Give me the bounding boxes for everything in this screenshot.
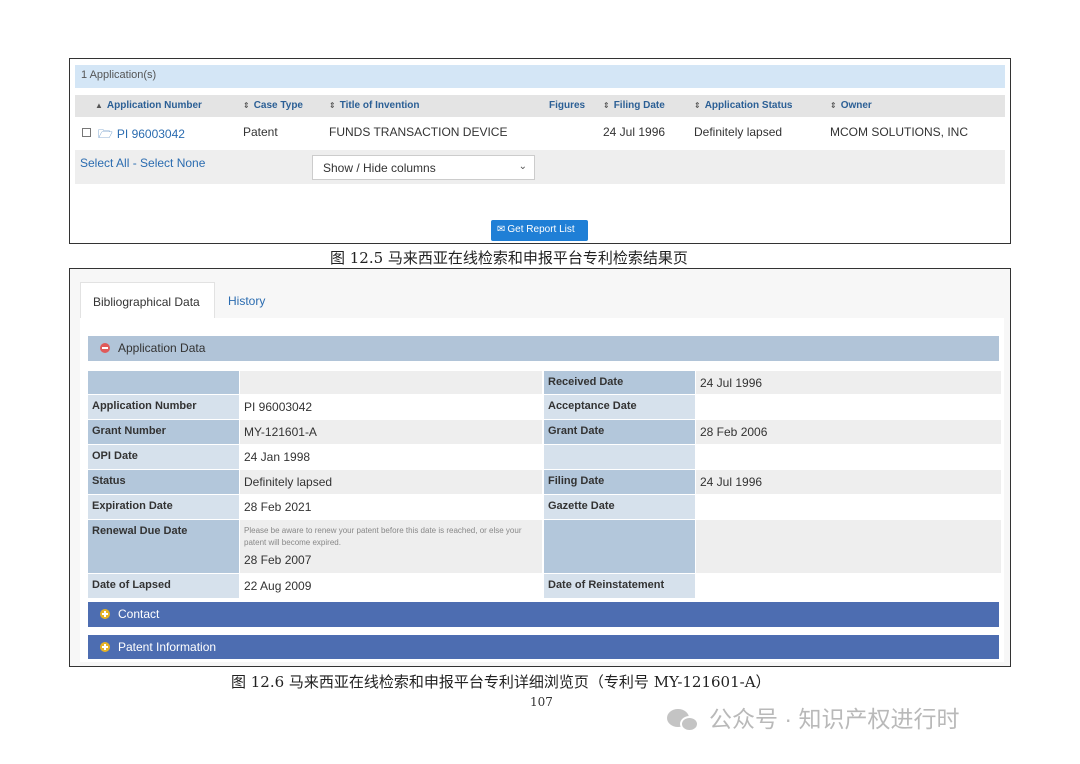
show-hide-columns-label: Show / Hide columns <box>323 161 436 175</box>
expand-icon <box>100 642 110 652</box>
section-title: Application Data <box>118 341 206 355</box>
table-row: 🗁 PI 96003042 Patent FUNDS TRANSACTION DE… <box>75 119 1005 145</box>
patent-detail-screenshot: Bibliographical Data History Application… <box>69 268 1011 667</box>
contact-section-header[interactable]: Contact <box>88 602 999 627</box>
sort-icon: ⇕ <box>694 101 701 110</box>
table-row: Expiration Date 28 Feb 2021 Gazette Date <box>88 495 1001 519</box>
sort-icon: ⇕ <box>830 101 837 110</box>
sort-icon: ⇕ <box>243 101 250 110</box>
select-separator: - <box>129 156 141 170</box>
field-value: 28 Feb 2006 <box>696 420 1001 444</box>
envelope-icon: ✉ <box>497 224 506 235</box>
field-value: 22 Aug 2009 <box>240 574 542 598</box>
field-value <box>696 574 1001 598</box>
field-label: Acceptance Date <box>544 395 695 419</box>
sort-asc-icon: ▲ <box>95 101 103 110</box>
field-value: 24 Jul 1996 <box>696 470 1001 494</box>
filing-date-cell: 24 Jul 1996 <box>603 125 666 139</box>
column-header-title[interactable]: ⇕ Title of Invention <box>329 100 420 111</box>
figure-caption-12-6: 图 12.6 马来西亚在线检索和申报平台专利详细浏览页（专利号 MY-12160… <box>231 673 771 691</box>
row-checkbox[interactable] <box>82 128 91 137</box>
column-header-application-status[interactable]: ⇕ Application Status <box>694 100 793 111</box>
table-row: Application Number PI 96003042 Acceptanc… <box>88 395 1001 419</box>
watermark: 公众号 · 知识产权进行时 <box>667 700 959 735</box>
field-label: Status <box>88 470 239 494</box>
results-table-header: ▲ Application Number ⇕ Case Type ⇕ Title of… <box>75 95 1005 117</box>
application-data-section-header[interactable]: Application Data <box>88 336 999 361</box>
get-report-list-button[interactable]: ✉ Get Report List <box>491 220 588 241</box>
show-hide-columns-select[interactable]: Show / Hide columns ⌄ <box>312 155 535 180</box>
select-all-link[interactable]: Select All <box>80 156 129 170</box>
field-value <box>696 445 1001 469</box>
table-row: OPI Date 24 Jan 1998 <box>88 445 1001 469</box>
column-header-figures[interactable]: Figures <box>549 100 585 111</box>
table-row: Status Definitely lapsed Filing Date 24 … <box>88 470 1001 494</box>
field-label <box>544 445 695 469</box>
sort-icon: ⇕ <box>603 101 610 110</box>
select-links: Select All - Select None <box>80 156 205 170</box>
field-value <box>696 520 1001 573</box>
table-row: Received Date 24 Jul 1996 <box>88 371 1001 394</box>
wechat-icon <box>667 707 703 735</box>
tab-bar: Bibliographical Data History <box>80 282 1000 318</box>
field-value <box>696 495 1001 519</box>
select-none-link[interactable]: Select None <box>140 156 205 170</box>
chevron-down-icon: ⌄ <box>518 161 527 172</box>
field-label: Gazette Date <box>544 495 695 519</box>
title-cell: FUNDS TRANSACTION DEVICE <box>329 125 508 139</box>
figure-caption-12-5: 图 12.5 马来西亚在线检索和申报平台专利检索结果页 <box>330 249 688 267</box>
expand-icon <box>100 609 110 619</box>
field-value: 24 Jan 1998 <box>240 445 542 469</box>
column-header-application-number[interactable]: ▲ Application Number <box>95 100 202 111</box>
field-value <box>696 395 1001 419</box>
section-title: Contact <box>118 607 160 621</box>
field-label: Date of Lapsed <box>88 574 239 598</box>
field-label <box>544 520 695 573</box>
tab-panel: Application Data Received Date 24 Jul 19… <box>80 318 1004 662</box>
table-row: Grant Number MY-121601-A Grant Date 28 F… <box>88 420 1001 444</box>
field-label <box>88 371 239 394</box>
field-label: Filing Date <box>544 470 695 494</box>
field-value: Please be aware to renew your patent bef… <box>240 520 542 573</box>
field-label: Received Date <box>544 371 695 394</box>
case-type-cell: Patent <box>243 125 278 139</box>
watermark-text: 公众号 · 知识产权进行时 <box>709 706 960 732</box>
status-cell: Definitely lapsed <box>694 125 783 139</box>
field-label: OPI Date <box>88 445 239 469</box>
field-value: PI 96003042 <box>240 395 542 419</box>
renewal-note: Please be aware to renew your patent bef… <box>244 526 522 547</box>
application-number-cell[interactable]: 🗁 PI 96003042 <box>98 125 185 146</box>
field-label: Date of Reinstatement <box>544 574 695 598</box>
get-report-list-label: Get Report List <box>507 224 575 235</box>
field-label: Grant Date <box>544 420 695 444</box>
sort-icon: ⇕ <box>329 101 336 110</box>
field-value: 24 Jul 1996 <box>696 371 1001 394</box>
collapse-icon <box>100 343 110 353</box>
field-label: Application Number <box>88 395 239 419</box>
application-number-link[interactable]: PI 96003042 <box>117 127 185 141</box>
search-results-screenshot: 1 Application(s) ▲ Application Number ⇕ Ca… <box>69 58 1011 244</box>
renewal-due-date-value: 28 Feb 2007 <box>244 553 312 567</box>
owner-cell: MCOM SOLUTIONS, INC <box>830 125 969 139</box>
field-label: Renewal Due Date <box>88 520 239 573</box>
field-value: MY-121601-A <box>240 420 542 444</box>
field-label: Expiration Date <box>88 495 239 519</box>
field-value: Definitely lapsed <box>240 470 542 494</box>
application-count-bar: 1 Application(s) <box>75 65 1005 88</box>
selection-toolbar: Select All - Select None Show / Hide col… <box>75 150 1005 184</box>
field-value: 28 Feb 2021 <box>240 495 542 519</box>
patent-information-section-header[interactable]: Patent Information <box>88 635 999 659</box>
column-header-filing-date[interactable]: ⇕ Filing Date <box>603 100 665 111</box>
table-row: Date of Lapsed 22 Aug 2009 Date of Reins… <box>88 574 1001 598</box>
tab-history[interactable]: History <box>216 282 277 318</box>
table-row: Renewal Due Date Please be aware to rene… <box>88 520 1001 573</box>
folder-icon: 🗁 <box>98 127 113 141</box>
page-number: 107 <box>530 695 553 709</box>
field-label: Grant Number <box>88 420 239 444</box>
section-title: Patent Information <box>118 640 217 654</box>
field-value <box>240 371 542 394</box>
tab-bibliographical-data[interactable]: Bibliographical Data <box>80 282 215 318</box>
column-header-case-type[interactable]: ⇕ Case Type <box>243 100 303 111</box>
column-header-owner[interactable]: ⇕ Owner <box>830 100 872 111</box>
